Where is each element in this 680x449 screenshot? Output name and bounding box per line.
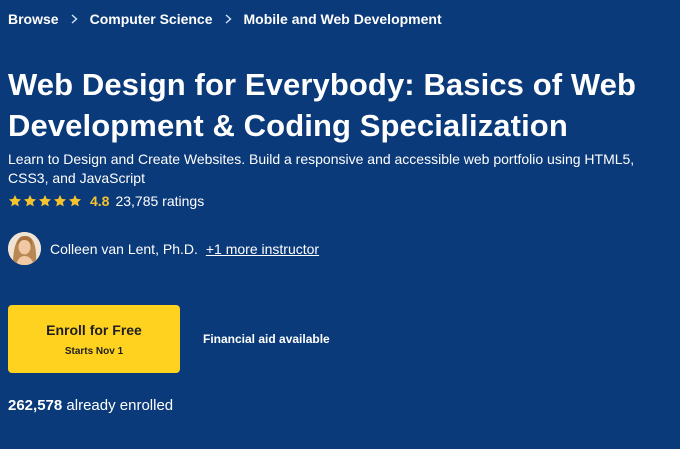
star-icon [23,194,37,208]
star-rating [8,194,82,208]
enroll-button[interactable]: Enroll for Free Starts Nov 1 [8,305,180,373]
star-icon [8,194,22,208]
enroll-label: Enroll for Free [46,321,142,338]
star-icon [53,194,67,208]
financial-aid-link[interactable]: Financial aid available [203,332,330,346]
enroll-start-date: Starts Nov 1 [64,345,124,357]
enrolled-count: 262,578 [8,397,63,414]
rating-count: 23,785 ratings [115,193,205,209]
breadcrumb: Browse Computer Science Mobile and Web D… [8,11,442,27]
star-icon [68,194,82,208]
star-icon [38,194,52,208]
rating-row: 4.8 23,785 ratings [8,193,204,209]
instructor-row: Colleen van Lent, Ph.D. +1 more instruct… [8,232,319,265]
breadcrumb-mobile-web-development[interactable]: Mobile and Web Development [244,11,442,27]
chevron-right-icon [225,14,232,24]
enrolled-suffix: already enrolled [66,397,174,414]
chevron-right-icon [71,14,78,24]
avatar[interactable] [8,232,41,265]
course-subtitle: Learn to Design and Create Websites. Bui… [8,151,635,186]
course-title: Web Design for Everybody: Basics of Web … [8,67,637,143]
more-instructors-link[interactable]: +1 more instructor [206,241,319,257]
instructor-name[interactable]: Colleen van Lent, Ph.D. [50,241,198,257]
breadcrumb-computer-science[interactable]: Computer Science [90,11,213,27]
enrolled-count-text: 262,578 already enrolled [8,397,173,414]
rating-value: 4.8 [90,193,110,209]
breadcrumb-browse[interactable]: Browse [8,11,59,27]
